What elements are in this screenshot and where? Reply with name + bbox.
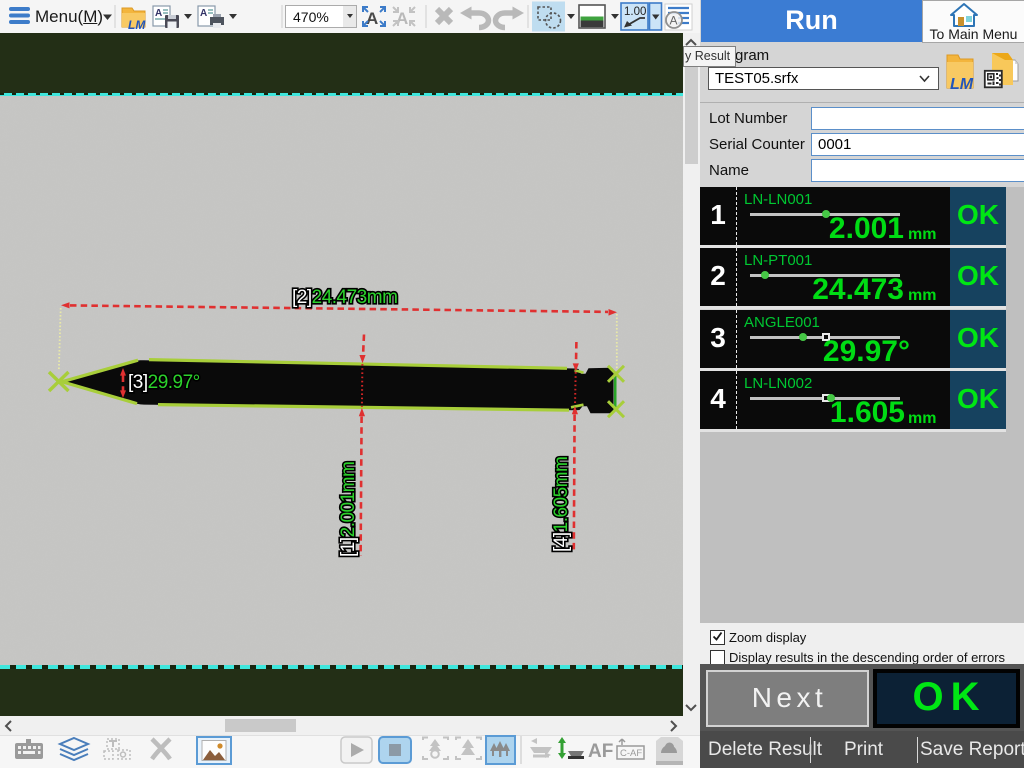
svg-text:C-AF: C-AF	[620, 748, 642, 759]
svg-text:LM: LM	[950, 76, 974, 93]
svg-text:1.00: 1.00	[624, 6, 646, 18]
svg-text:A: A	[670, 14, 678, 28]
svg-text:A: A	[155, 8, 162, 19]
svg-text:A: A	[200, 8, 207, 19]
svg-text:AF: AF	[588, 741, 613, 762]
svg-text:LM: LM	[128, 18, 146, 32]
